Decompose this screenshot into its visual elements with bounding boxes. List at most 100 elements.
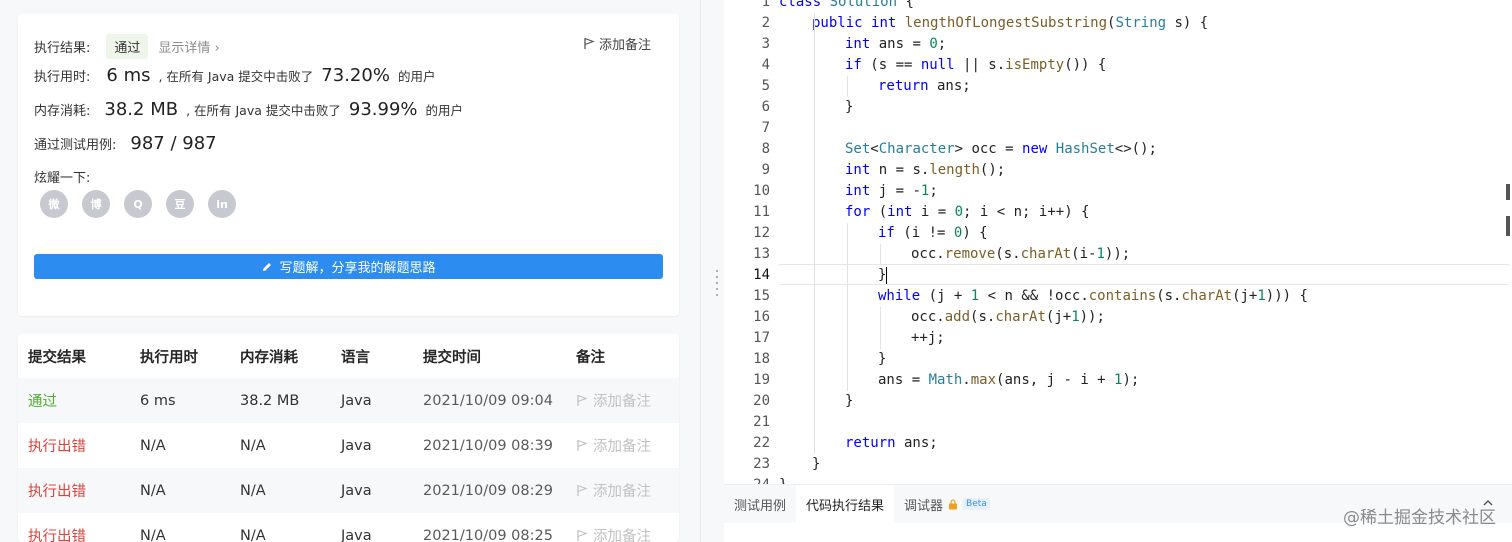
add-note-label: 添加备注 — [598, 38, 651, 53]
line-number: 22 — [753, 435, 770, 451]
code-line[interactable]: if (i != 0) { — [878, 223, 988, 244]
table-row[interactable]: 执行出错 N/A N/A Java 2021/10/09 08:29 添加备注 — [18, 468, 679, 513]
tab-testcase[interactable]: 测试用例 — [724, 485, 796, 523]
line-number: 21 — [753, 414, 770, 430]
submission-status-link[interactable]: 通过 — [28, 390, 57, 411]
table-row[interactable]: 通过 6 ms 38.2 MB Java 2021/10/09 09:04 添加备注 — [18, 378, 679, 423]
status-badge: 通过 — [106, 34, 149, 59]
weibo-icon[interactable]: 博 — [82, 190, 110, 218]
code-line[interactable]: public int lengthOfLongestSubstring(Stri… — [812, 13, 1208, 34]
flag-icon — [584, 37, 595, 49]
memory-label: 内存消耗: — [34, 104, 91, 119]
code-line[interactable]: } — [878, 265, 888, 286]
show-details-link[interactable]: 显示详情 › — [158, 37, 219, 56]
header-language: 语言 — [341, 349, 370, 366]
runtime-row: 执行用时: 6 ms , 在所有 Java 提交中击败了 73.20% 的用户 — [34, 65, 435, 86]
tab-debugger[interactable]: 调试器 Beta — [894, 485, 1000, 523]
panel-splitter[interactable] — [700, 0, 724, 542]
code-content[interactable]: class Solution {public int lengthOfLonge… — [779, 0, 1499, 484]
submission-status-link[interactable]: 执行出错 — [28, 435, 86, 456]
lock-icon — [949, 498, 958, 509]
code-editor[interactable]: 123456789101112131415161718192021222324 … — [724, 0, 1512, 484]
add-note-cell[interactable]: 添加备注 — [576, 480, 651, 501]
flag-icon — [577, 529, 588, 541]
code-line[interactable]: occ.add(s.charAt(j+1)); — [911, 307, 1105, 328]
code-line[interactable]: ans = Math.max(ans, j - i + 1); — [878, 370, 1139, 391]
indent-guide — [847, 223, 848, 391]
line-number: 11 — [753, 204, 770, 220]
share-icons: 微 博 Q 豆 in — [40, 190, 236, 218]
code-line[interactable]: class Solution { — [779, 0, 914, 13]
code-line[interactable]: Set<Character> occ = new HashSet<>(); — [845, 139, 1157, 160]
runtime-cell: N/A — [140, 482, 166, 499]
code-line[interactable]: return ans; — [845, 433, 938, 454]
tab-debugger-label: 调试器 — [904, 498, 944, 514]
runtime-cell: N/A — [140, 527, 166, 542]
code-line[interactable]: int ans = 0; — [845, 34, 946, 55]
line-numbers: 123456789101112131415161718192021222324 — [724, 0, 770, 484]
submission-status-link[interactable]: 执行出错 — [28, 525, 86, 542]
runtime-label: 执行用时: — [34, 70, 91, 85]
line-number: 23 — [753, 456, 770, 472]
result-row: 执行结果: 通过 显示详情 › — [34, 34, 220, 59]
tests-label: 通过测试用例: — [34, 138, 117, 153]
result-label: 执行结果: — [34, 41, 91, 56]
share-label: 炫耀一下: — [34, 171, 91, 186]
code-line[interactable]: int n = s.length(); — [845, 160, 1005, 181]
line-number: 16 — [753, 309, 770, 325]
wechat-icon[interactable]: 微 — [40, 190, 68, 218]
add-note-label: 添加备注 — [593, 439, 651, 455]
code-line[interactable]: } — [779, 475, 787, 484]
memory-cell: N/A — [240, 527, 266, 542]
header-memory: 内存消耗 — [240, 349, 298, 366]
linkedin-icon[interactable]: in — [208, 190, 236, 218]
line-number: 5 — [761, 78, 770, 94]
time-cell: 2021/10/09 08:39 — [423, 437, 553, 454]
tests-row: 通过测试用例: 987 / 987 — [34, 133, 225, 154]
language-cell: Java — [341, 392, 372, 409]
tab-run-result[interactable]: 代码执行结果 — [796, 485, 895, 523]
add-note-cell[interactable]: 添加备注 — [576, 435, 651, 456]
code-line[interactable]: ++j; — [911, 328, 945, 349]
code-line[interactable]: return ans; — [878, 76, 971, 97]
line-number: 8 — [761, 141, 770, 157]
add-note-cell[interactable]: 添加备注 — [576, 390, 651, 411]
time-cell: 2021/10/09 08:29 — [423, 482, 553, 499]
submission-status-link[interactable]: 执行出错 — [28, 480, 86, 501]
time-cell: 2021/10/09 09:04 — [423, 392, 553, 409]
line-number: 6 — [761, 99, 770, 115]
qq-icon[interactable]: Q — [124, 190, 152, 218]
language-cell: Java — [341, 527, 372, 542]
code-line[interactable]: } — [845, 97, 853, 118]
code-line[interactable]: while (j + 1 < n && !occ.contains(s.char… — [878, 286, 1308, 307]
add-note-cell[interactable]: 添加备注 — [576, 525, 651, 542]
app-root: 执行结果: 通过 显示详情 › 添加备注 执行用时: 6 ms , 在所有 Ja… — [0, 0, 1512, 542]
code-line[interactable]: for (int i = 0; i < n; i++) { — [845, 202, 1089, 223]
code-line[interactable]: if (s == null || s.isEmpty()) { — [845, 55, 1106, 76]
write-solution-button[interactable]: 写题解，分享我的解题思路 — [34, 254, 663, 279]
line-number: 12 — [753, 225, 770, 241]
memory-desc: , 在所有 Java 提交中击败了 — [186, 103, 341, 118]
code-line[interactable]: } — [878, 349, 886, 370]
code-line[interactable]: } — [812, 454, 820, 475]
table-row[interactable]: 执行出错 N/A N/A Java 2021/10/09 08:39 添加备注 — [18, 423, 679, 468]
scrollbar[interactable] — [1502, 178, 1512, 238]
line-number: 24 — [724, 475, 770, 484]
runtime-desc: , 在所有 Java 提交中击败了 — [158, 69, 314, 84]
code-line[interactable]: } — [845, 391, 853, 412]
time-cell: 2021/10/09 08:25 — [423, 527, 553, 542]
code-line[interactable]: occ.remove(s.charAt(i-1)); — [911, 244, 1130, 265]
code-line[interactable]: int j = -1; — [845, 181, 938, 202]
add-note-button[interactable]: 添加备注 — [583, 34, 651, 53]
tab-run-result-label: 代码执行结果 — [806, 498, 885, 514]
header-note: 备注 — [576, 349, 605, 366]
splitter-grip[interactable] — [716, 270, 718, 296]
runtime-percent: 73.20% — [321, 65, 390, 86]
submissions-table: 提交结果 执行用时 内存消耗 语言 提交时间 备注 通过 6 ms 38.2 MB J… — [18, 334, 679, 542]
flag-icon — [577, 394, 588, 406]
line-number: 10 — [753, 183, 770, 199]
tests-value: 987 / 987 — [130, 133, 217, 154]
language-cell: Java — [341, 482, 372, 499]
table-row[interactable]: 执行出错 N/A N/A Java 2021/10/09 08:25 添加备注 — [18, 513, 679, 542]
douban-icon[interactable]: 豆 — [166, 190, 194, 218]
